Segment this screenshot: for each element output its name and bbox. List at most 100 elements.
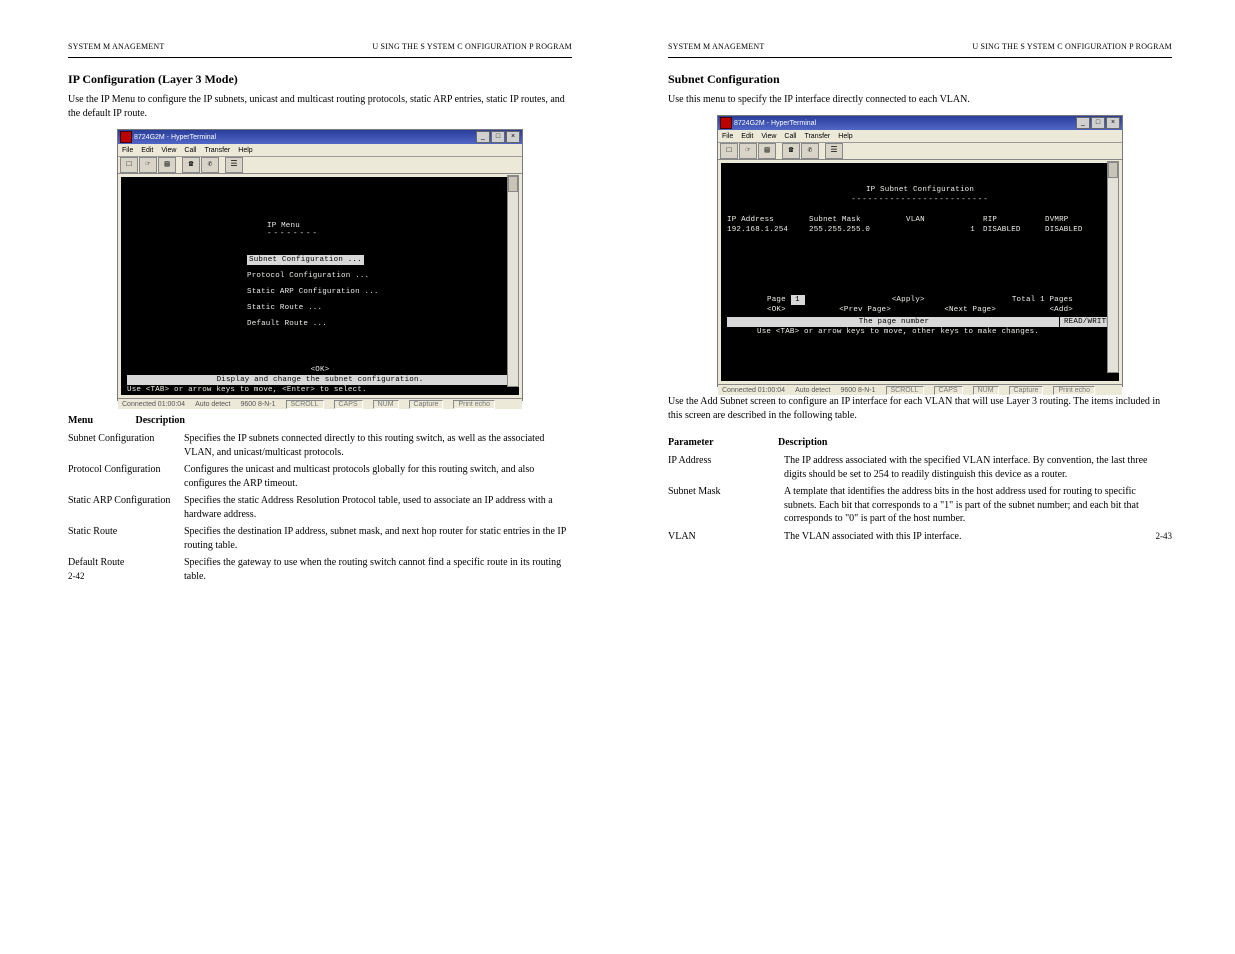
page-number: 2-42	[68, 571, 85, 581]
hangup-icon[interactable]: ✆	[801, 143, 819, 159]
cell-mask: 255.255.255.0	[809, 225, 904, 235]
terminal-screen[interactable]: IP Subnet Configuration ----------------…	[721, 163, 1119, 381]
hdr-left: SYSTEM M ANAGEMENT	[668, 42, 765, 51]
menu-transfer[interactable]: Transfer	[804, 133, 830, 140]
terminal-screen[interactable]: IP Menu -------- Subnet Configuration ..…	[121, 177, 519, 395]
page-input[interactable]: 1	[791, 295, 805, 305]
status-hint: Display and change the subnet configurat…	[127, 375, 513, 385]
menu-call[interactable]: Call	[184, 147, 196, 154]
parameter-description-table: IP AddressThe IP address associated with…	[668, 452, 1172, 545]
status-caps: CAPS	[334, 400, 363, 409]
page-label: Page 1	[767, 295, 805, 305]
menu-call[interactable]: Call	[784, 133, 796, 140]
hyperterminal-window: 8724G2M - HyperTerminal _ □ × File Edit …	[117, 129, 523, 401]
new-icon[interactable]: □	[720, 143, 738, 159]
hdr-dvmrp: DVMRP	[1045, 215, 1105, 225]
nav-hint: Use <TAB> or arrow keys to move, other k…	[727, 327, 1113, 337]
app-icon	[120, 131, 132, 143]
nav-hint: Use <TAB> or arrow keys to move, <Enter>…	[127, 385, 513, 395]
menu-edit[interactable]: Edit	[141, 147, 153, 154]
open-icon[interactable]: ☞	[139, 157, 157, 173]
status-print: Print echo	[1053, 386, 1095, 395]
status-connected: Connected 01:00:04	[722, 387, 785, 394]
table-row: Subnet ConfigurationSpecifies the IP sub…	[68, 430, 572, 461]
menu-view[interactable]: View	[161, 147, 176, 154]
table-row: Static RouteSpecifies the destination IP…	[68, 523, 572, 554]
close-button[interactable]: ×	[506, 131, 520, 143]
row-key: Static ARP Configuration	[68, 492, 184, 523]
table-row: Protocol ConfigurationConfigures the uni…	[68, 461, 572, 492]
status-mode: Auto detect	[795, 387, 830, 394]
menu-bar: File Edit View Call Transfer Help	[718, 130, 1122, 143]
scrollbar[interactable]	[1107, 161, 1119, 373]
row-val: Configures the unicast and multicast pro…	[184, 461, 572, 492]
maximize-button[interactable]: □	[491, 131, 505, 143]
table-row: VLANThe VLAN associated with this IP int…	[668, 528, 1172, 546]
cell-vlan: 1	[906, 225, 981, 235]
toolbar: □ ☞ ▤ ☎ ✆ ☰	[718, 143, 1122, 160]
props-icon[interactable]: ☰	[825, 143, 843, 159]
call-icon[interactable]: ☎	[182, 157, 200, 173]
status-bar: Connected 01:00:04 Auto detect 9600 8-N-…	[718, 384, 1122, 395]
menu-item-protocol-config[interactable]: Protocol Configuration ...	[247, 271, 513, 281]
prev-page-button[interactable]: <Prev Page>	[839, 305, 891, 315]
menu-help[interactable]: Help	[838, 133, 852, 140]
next-page-button[interactable]: <Next Page>	[944, 305, 996, 315]
close-button[interactable]: ×	[1106, 117, 1120, 129]
menu-item-static-arp[interactable]: Static ARP Configuration ...	[247, 287, 513, 297]
minimize-button[interactable]: _	[1076, 117, 1090, 129]
add-button[interactable]: <Add>	[1049, 305, 1073, 315]
row-key: VLAN	[668, 528, 784, 546]
hdr-right: U SING THE S YSTEM C ONFIGURATION P ROGR…	[372, 42, 572, 51]
section-title-subnet-config: Subnet Configuration	[668, 72, 1172, 87]
menu-item-default-route[interactable]: Default Route ...	[247, 319, 513, 329]
row-val: A template that identifies the address b…	[784, 483, 1172, 528]
data-row[interactable]: 192.168.1.254 255.255.255.0 1 DISABLED D…	[727, 225, 1113, 235]
header-rule	[668, 57, 1172, 58]
row-key: Protocol Configuration	[68, 461, 184, 492]
status-print: Print echo	[453, 400, 495, 409]
menu-description-table: Subnet ConfigurationSpecifies the IP sub…	[68, 430, 572, 585]
menu-transfer[interactable]: Transfer	[204, 147, 230, 154]
save-icon[interactable]: ▤	[158, 157, 176, 173]
cell-rip: DISABLED	[983, 225, 1043, 235]
ok-button[interactable]: <OK>	[767, 305, 786, 315]
menu-file[interactable]: File	[122, 147, 133, 154]
save-icon[interactable]: ▤	[758, 143, 776, 159]
hangup-icon[interactable]: ✆	[201, 157, 219, 173]
status-num: NUM	[373, 400, 399, 409]
menu-help[interactable]: Help	[238, 147, 252, 154]
call-icon[interactable]: ☎	[782, 143, 800, 159]
menu-item-subnet-config[interactable]: Subnet Configuration ...	[247, 255, 364, 265]
section-title-ip-config: IP Configuration (Layer 3 Mode)	[68, 72, 572, 87]
table-row: Subnet MaskA template that identifies th…	[668, 483, 1172, 528]
window-title: 8724G2M - HyperTerminal	[734, 120, 816, 127]
scrollbar[interactable]	[507, 175, 519, 387]
window-titlebar: 8724G2M - HyperTerminal _ □ ×	[118, 130, 522, 144]
menu-items-heading: Menu Description	[68, 415, 572, 426]
maximize-button[interactable]: □	[1091, 117, 1105, 129]
status-capture: Capture	[409, 400, 444, 409]
apply-button[interactable]: <Apply>	[892, 295, 925, 305]
row-key: Subnet Mask	[668, 483, 784, 528]
rw-indicator: READ/WRITE	[1059, 317, 1111, 327]
menu-file[interactable]: File	[722, 133, 733, 140]
ok-button-label[interactable]: <OK>	[121, 365, 519, 375]
table-row: IP AddressThe IP address associated with…	[668, 452, 1172, 483]
props-icon[interactable]: ☰	[225, 157, 243, 173]
menu-edit[interactable]: Edit	[741, 133, 753, 140]
window-title: 8724G2M - HyperTerminal	[134, 134, 216, 141]
cell-dvmrp: DISABLED	[1045, 225, 1105, 235]
status-bar: Connected 01:00:04 Auto detect 9600 8-N-…	[118, 398, 522, 409]
row-key: IP Address	[668, 452, 784, 483]
menu-item-static-route[interactable]: Static Route ...	[247, 303, 513, 313]
page-header-left: SYSTEM M ANAGEMENT U SING THE S YSTEM C …	[68, 42, 572, 51]
new-icon[interactable]: □	[120, 157, 138, 173]
open-icon[interactable]: ☞	[739, 143, 757, 159]
minimize-button[interactable]: _	[476, 131, 490, 143]
row-val: Specifies the gateway to use when the ro…	[184, 554, 572, 585]
status-caps: CAPS	[934, 386, 963, 395]
menu-view[interactable]: View	[761, 133, 776, 140]
page-header-right: SYSTEM M ANAGEMENT U SING THE S YSTEM C …	[668, 42, 1172, 51]
hdr-vlan: VLAN	[906, 215, 981, 225]
